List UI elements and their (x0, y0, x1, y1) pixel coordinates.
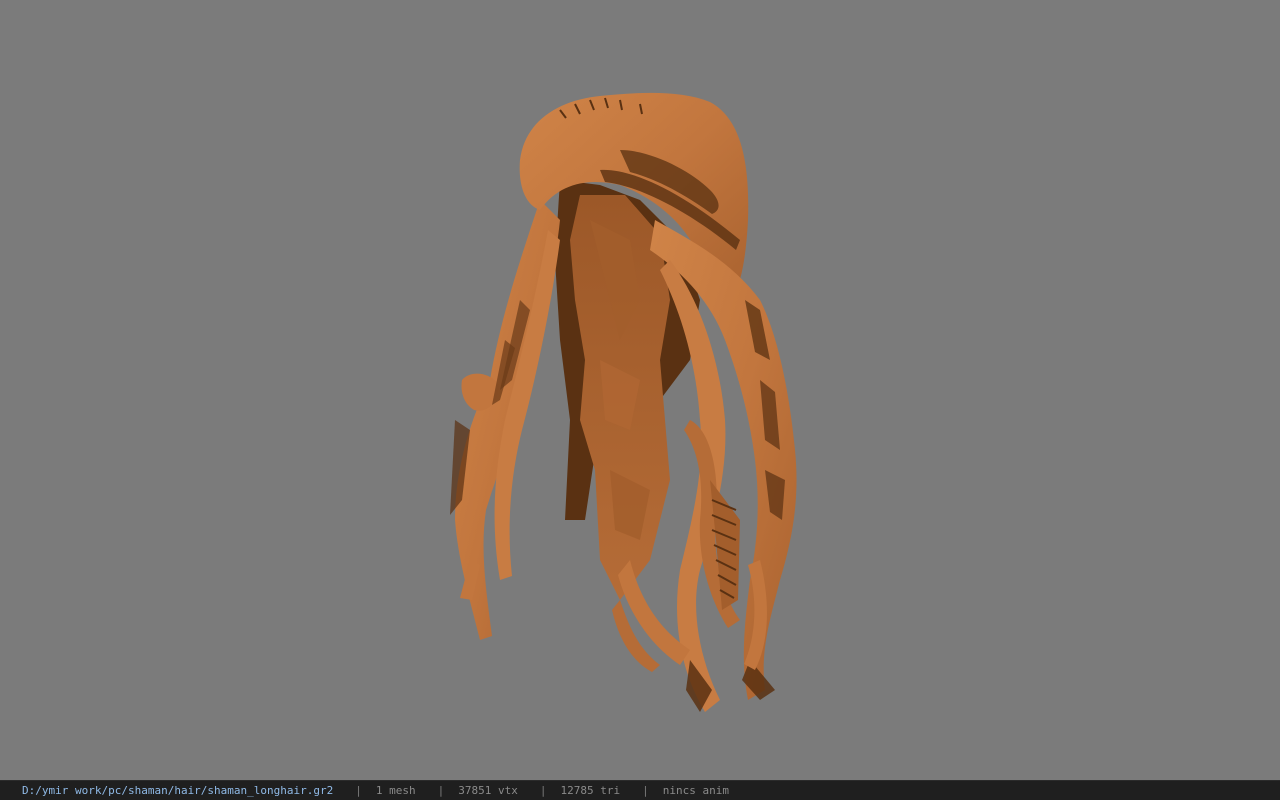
3d-viewport[interactable] (0, 0, 1280, 780)
file-path: D:/ymir work/pc/shaman/hair/shaman_longh… (22, 784, 334, 797)
separator: | (642, 784, 649, 797)
animation-status: nincs anim (662, 784, 729, 797)
separator: | (355, 784, 362, 797)
vertex-count: 37851 vtx (458, 784, 518, 797)
separator: | (539, 784, 547, 797)
triangle-count: 12785 tri (560, 784, 621, 797)
separator: | (437, 784, 445, 797)
status-bar: D:/ymir work/pc/shaman/hair/shaman_longh… (0, 780, 1280, 800)
mesh-count: 1 mesh (375, 784, 416, 797)
hair-mesh-render (450, 92, 797, 712)
